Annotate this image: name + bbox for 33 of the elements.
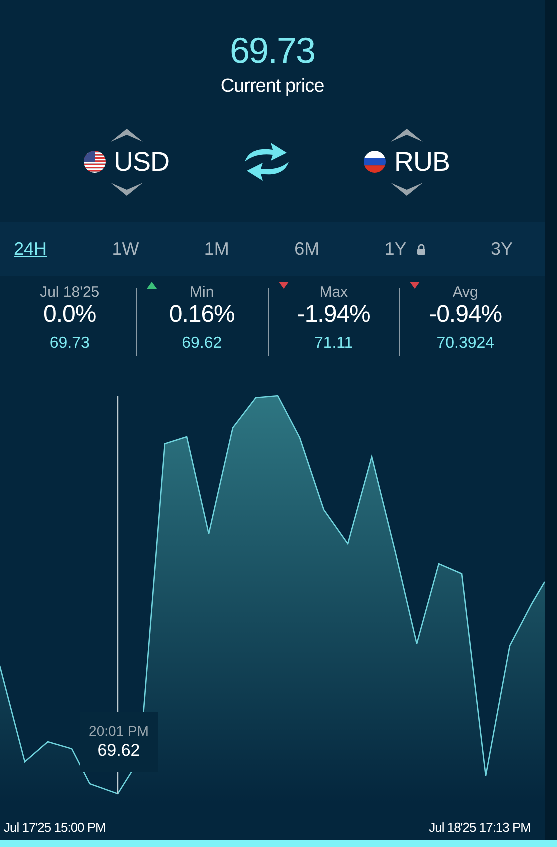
range-tab[interactable]: 6M	[294, 238, 320, 260]
stat-percent: -0.94%	[429, 301, 502, 329]
stat-value: 70.3924	[436, 335, 495, 353]
chevron-down-icon[interactable]	[390, 182, 424, 198]
stat-label: Jul 18'25	[40, 284, 100, 301]
currency-code[interactable]: RUB	[394, 146, 450, 178]
chevron-down-icon[interactable]	[110, 182, 144, 198]
stat-value: 69.73	[50, 335, 90, 353]
chevron-up-icon[interactable]	[110, 126, 144, 142]
stat-value: 69.62	[182, 335, 222, 353]
stat-label: Avg	[452, 284, 478, 301]
current-price: 69.73	[230, 30, 316, 72]
start-time-label: Jul 17'25 15:00 PM	[4, 820, 106, 834]
range-tab[interactable]: 1W	[112, 238, 140, 260]
price-label: Current price	[220, 76, 324, 98]
flag-icon	[84, 151, 106, 173]
stat-value: 71.11	[314, 335, 354, 353]
tooltip-value: 69.62	[98, 741, 140, 761]
end-time-label: Jul 18'25 17:13 PM	[429, 820, 531, 834]
stat-percent: 0.0%	[44, 301, 96, 329]
tooltip-time: 20:01 PM	[89, 723, 149, 739]
stat-label: Max	[320, 284, 348, 301]
range-tab[interactable]: 24H	[14, 238, 48, 260]
stat-percent: -1.94%	[297, 301, 370, 329]
currency-code[interactable]: USD	[114, 146, 170, 178]
flag-icon	[364, 151, 386, 173]
stat-percent: 0.16%	[169, 301, 235, 329]
stat-label: Min	[190, 284, 214, 301]
range-tab[interactable]: 1Y	[384, 238, 426, 260]
chevron-up-icon[interactable]	[390, 126, 424, 142]
range-tab[interactable]: 1M	[204, 238, 230, 260]
swap-icon[interactable]	[243, 142, 291, 182]
range-tab[interactable]: 3Y	[490, 238, 513, 260]
